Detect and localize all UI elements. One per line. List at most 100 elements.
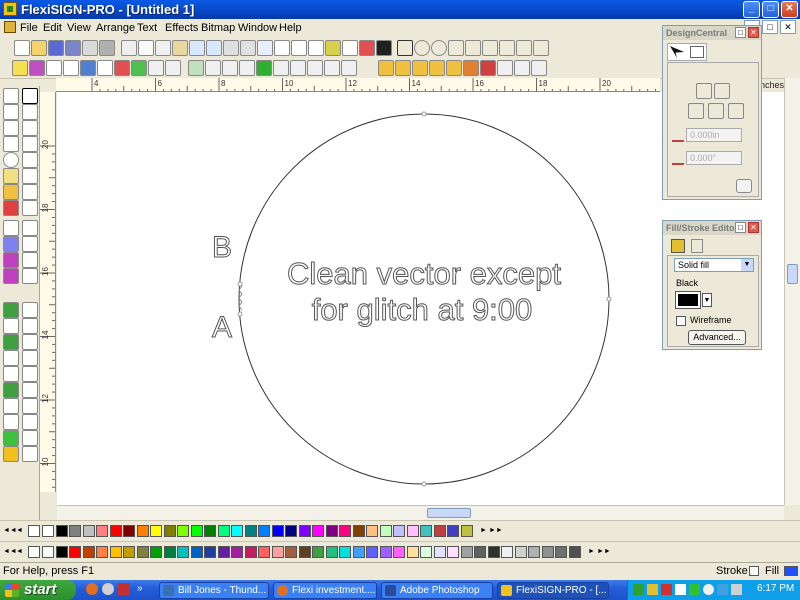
corner-node-icon[interactable]: [688, 103, 704, 119]
palette-bottom-swatch[interactable]: [163, 546, 176, 558]
angle-field[interactable]: 0.000°: [686, 151, 742, 165]
design-central-restore-button[interactable]: □: [735, 27, 746, 38]
palette-bottom-swatch[interactable]: [366, 546, 378, 558]
fill-stroke-restore-button[interactable]: □: [735, 222, 746, 233]
open-icon[interactable]: [31, 40, 47, 56]
palette-top-swatch[interactable]: [123, 525, 135, 537]
palette-top-swatch[interactable]: [406, 525, 419, 537]
disc-quicklaunch-icon[interactable]: [102, 583, 114, 595]
space-h-icon[interactable]: [429, 60, 445, 76]
intersect-icon[interactable]: [131, 60, 147, 76]
save-icon[interactable]: [48, 40, 64, 56]
undo-icon[interactable]: [189, 40, 205, 56]
envelope-tool-icon[interactable]: [22, 268, 38, 284]
palette-bottom-swatch[interactable]: [177, 546, 189, 558]
bitmap-tool-icon[interactable]: [3, 302, 19, 318]
canvas-text-line-2[interactable]: for glitch at 9:00: [311, 292, 533, 328]
shadow-tool-icon[interactable]: [3, 252, 19, 268]
node-right[interactable]: [606, 296, 612, 302]
horizontal-scrollbar[interactable]: [57, 505, 784, 520]
align-tool-icon[interactable]: [22, 318, 38, 334]
palette-top-swatch[interactable]: [96, 525, 108, 537]
fill-bucket-icon[interactable]: [671, 239, 685, 253]
taskbar-item-flexisign[interactable]: FlexiSIGN-PRO - [...: [497, 582, 609, 599]
palette-bottom-swatch[interactable]: [150, 546, 162, 558]
node-bottom[interactable]: [421, 481, 427, 487]
fill-stroke-tool-icon[interactable]: [3, 446, 19, 462]
distribute-icon[interactable]: [324, 60, 340, 76]
node-left-upper[interactable]: [237, 281, 243, 287]
shape-tool-icon[interactable]: [22, 104, 38, 120]
palette-scroll-right-icon[interactable]: ►: [478, 524, 489, 537]
palette-top-swatch[interactable]: [190, 525, 203, 537]
preview-icon[interactable]: [359, 40, 375, 56]
app-quicklaunch-icon[interactable]: [118, 583, 130, 595]
zoom-out-tool-icon[interactable]: [3, 414, 19, 430]
palette-top-swatch[interactable]: [163, 525, 176, 537]
no-color-swatch[interactable]: [28, 546, 40, 558]
rotate-icon[interactable]: [148, 60, 164, 76]
palette-top-swatch[interactable]: [136, 525, 149, 537]
palette-top-swatch[interactable]: [204, 525, 216, 537]
advanced-button[interactable]: Advanced...: [688, 330, 746, 345]
horizontal-scroll-thumb[interactable]: [427, 508, 471, 518]
new-icon[interactable]: [14, 40, 30, 56]
bezier-tool-icon[interactable]: [22, 136, 38, 152]
join-tool-icon[interactable]: [22, 366, 38, 382]
stroke-icon[interactable]: [273, 60, 289, 76]
order-front-icon[interactable]: [290, 60, 306, 76]
tray-display-icon[interactable]: [675, 584, 686, 595]
banner-shape-icon[interactable]: [499, 40, 515, 56]
palette-top-swatch[interactable]: [244, 525, 257, 537]
palette-bottom-swatch[interactable]: [352, 546, 365, 558]
palette-scroll-right-icon[interactable]: ►►: [489, 524, 503, 537]
palette-top-swatch[interactable]: [420, 525, 432, 537]
palette-top-swatch[interactable]: [447, 525, 459, 537]
palette-top-swatch[interactable]: [42, 525, 54, 537]
palette-bottom-swatch[interactable]: [109, 546, 122, 558]
distort-tool-icon[interactable]: [3, 236, 19, 252]
palette-bottom-swatch[interactable]: [271, 546, 284, 558]
palette-bottom-swatch[interactable]: [136, 546, 149, 558]
palette-bottom-swatch[interactable]: [325, 546, 338, 558]
node-delete-tool-icon[interactable]: [22, 350, 38, 366]
knife-tool-icon[interactable]: [22, 120, 38, 136]
palette-top-swatch[interactable]: [298, 525, 311, 537]
hand-tool-icon[interactable]: [3, 398, 19, 414]
split-tool-icon[interactable]: [22, 382, 38, 398]
palette-scroll-left-icon[interactable]: ◄◄: [3, 545, 17, 558]
status-stroke-swatch[interactable]: [749, 566, 759, 576]
snap-icon[interactable]: [531, 60, 547, 76]
palette-scroll-right-icon[interactable]: ►: [586, 545, 597, 558]
palette-bottom-swatch[interactable]: [69, 546, 81, 558]
palette-bottom-swatch[interactable]: [55, 546, 68, 558]
palette-bottom-swatch[interactable]: [379, 546, 392, 558]
palette-top-swatch[interactable]: [312, 525, 324, 537]
palette-top-swatch[interactable]: [231, 525, 243, 537]
palette-top-swatch[interactable]: [55, 525, 68, 537]
taskbar-item-photoshop[interactable]: Adobe Photoshop: [381, 582, 493, 599]
text-tool-icon[interactable]: [3, 104, 19, 120]
space-v-icon[interactable]: [446, 60, 462, 76]
blend-tool-icon[interactable]: [22, 200, 38, 216]
stroke-pen-icon[interactable]: [691, 239, 703, 253]
taskbar-item-firefox[interactable]: Flexi investment.....: [273, 582, 377, 599]
minimize-button[interactable]: _: [743, 1, 760, 18]
smooth-tool-icon[interactable]: [22, 414, 38, 430]
palette-bottom-swatch[interactable]: [285, 546, 297, 558]
palette-top-swatch[interactable]: [109, 525, 122, 537]
redo-icon[interactable]: [206, 40, 222, 56]
triangle-tool-icon[interactable]: [3, 334, 19, 350]
palette-bottom-swatch[interactable]: [568, 546, 581, 558]
rounded-rect-shape-icon[interactable]: [516, 40, 532, 56]
firefox-quicklaunch-icon[interactable]: [86, 583, 98, 595]
vertical-scrollbar[interactable]: [784, 78, 800, 505]
pen-tool-icon[interactable]: [3, 136, 19, 152]
doc-maximize-button[interactable]: □: [762, 20, 778, 34]
node-top[interactable]: [421, 111, 427, 117]
plot-icon[interactable]: [99, 40, 115, 56]
palette-top-swatch[interactable]: [150, 525, 162, 537]
maximize-button[interactable]: □: [762, 1, 779, 18]
fill-tool-icon[interactable]: [3, 184, 19, 200]
palette-bottom-swatch[interactable]: [447, 546, 459, 558]
